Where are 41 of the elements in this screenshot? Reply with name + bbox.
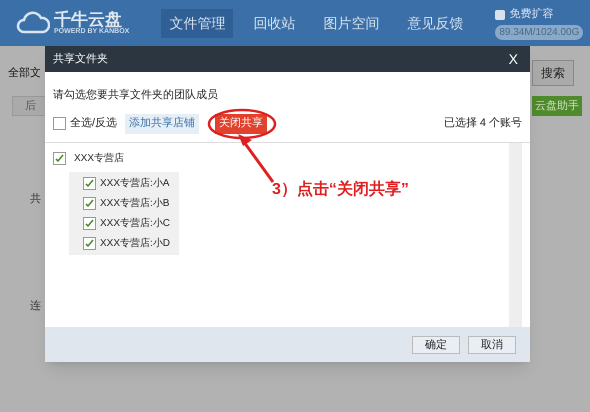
highlight-ellipse xyxy=(207,108,278,140)
expand-link[interactable]: 免费扩容 xyxy=(509,6,554,23)
tree-item[interactable]: XXX专营店:小C xyxy=(100,216,170,230)
checkbox[interactable] xyxy=(83,236,96,250)
storage-usage: 89.34M/1024.00G xyxy=(495,24,584,40)
tree-item[interactable]: XXX专营店:小A xyxy=(100,176,170,190)
pointer-arrow xyxy=(236,132,276,184)
nav-tab[interactable]: 文件管理 xyxy=(161,8,234,38)
tree-item[interactable]: XXX专营店 xyxy=(74,150,124,166)
checkmark-icon xyxy=(55,154,64,162)
tree-item[interactable]: XXX专营店:小B xyxy=(100,196,170,210)
checkbox[interactable] xyxy=(83,196,96,210)
search-button[interactable]: 搜索 xyxy=(532,60,574,86)
annotation-text: 3）点击“关闭共享” xyxy=(272,179,409,200)
checkmark-icon xyxy=(85,178,94,188)
checkbox[interactable] xyxy=(53,152,66,164)
checkbox[interactable] xyxy=(83,176,96,190)
logo-title: 千牛云盘 xyxy=(54,11,122,28)
close-share-button[interactable]: 关闭共享 xyxy=(215,114,268,134)
close-button[interactable]: X xyxy=(504,48,522,70)
checkbox[interactable] xyxy=(53,117,66,130)
checkmark-icon xyxy=(85,218,94,228)
nav-tab[interactable]: 意见反馈 xyxy=(399,8,472,38)
tree-item[interactable]: XXX专营店:小D xyxy=(100,236,170,250)
nav-tab[interactable]: 图片空间 xyxy=(315,8,388,38)
instruction-text: 请勾选您要共享文件夹的团队成员 xyxy=(53,88,219,103)
selected-count: 已选择 4 个账号 xyxy=(444,116,522,132)
dialog-button[interactable]: 确定 xyxy=(412,336,460,354)
select-all-label: 全选/反选 xyxy=(70,116,118,132)
nav-tab[interactable]: 回收站 xyxy=(245,8,304,38)
dialog-title: 共享文件夹 xyxy=(53,52,108,67)
scrollbar[interactable] xyxy=(509,142,522,327)
folder-label: 共 xyxy=(30,192,41,207)
breadcrumb: 全部文 xyxy=(8,66,41,81)
cloud-icon xyxy=(16,11,50,35)
folder-label: 连 xyxy=(30,298,41,314)
dialog-button[interactable]: 取消 xyxy=(468,336,516,354)
checkmark-icon xyxy=(85,198,94,208)
checkbox[interactable] xyxy=(83,216,96,230)
add-shop-button[interactable]: 添加共享店铺 xyxy=(125,114,200,134)
checkmark-icon xyxy=(85,238,94,248)
